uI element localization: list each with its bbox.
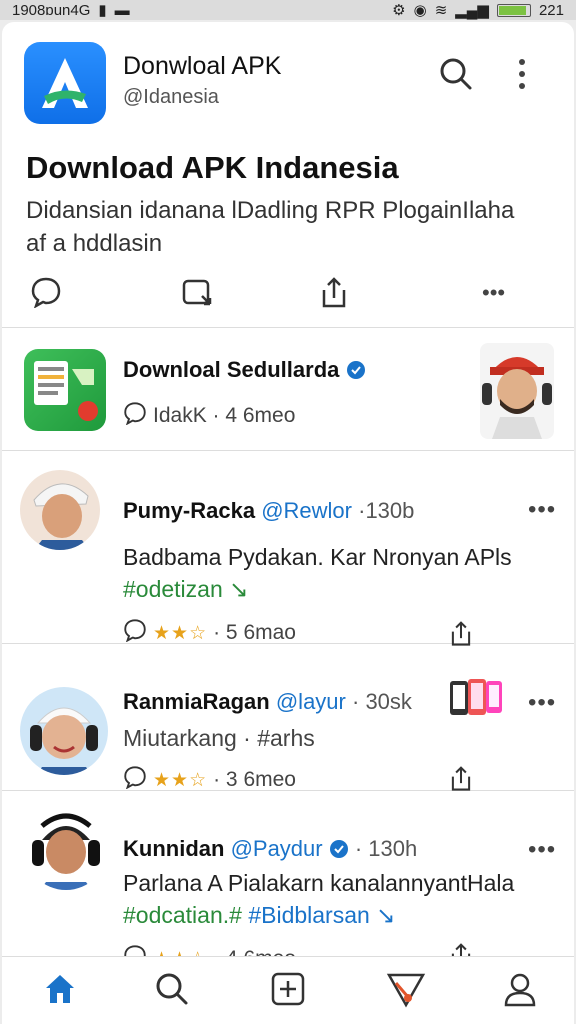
- send-icon[interactable]: [386, 971, 426, 1014]
- avatar[interactable]: [20, 470, 100, 550]
- comment-icon[interactable]: [123, 401, 147, 431]
- post-hashtag[interactable]: #odcatian.#: [123, 902, 242, 928]
- comment-icon[interactable]: [123, 765, 147, 795]
- list-item[interactable]: Downloal Sedullarda IdakK · 4 6meo: [2, 329, 574, 451]
- more-options-button[interactable]: •••: [528, 836, 556, 864]
- author-name: Kunnidan: [123, 836, 225, 861]
- app-logo: [24, 42, 106, 124]
- share-icon[interactable]: [318, 276, 350, 315]
- more-options-button[interactable]: •••: [528, 496, 556, 524]
- post-thumbnail[interactable]: [448, 677, 504, 721]
- page-title: Download APK Indanesia: [26, 150, 399, 185]
- post-author: Pumy-Racka @Rewlor ·130b: [123, 498, 414, 524]
- alarm-icon: ◉: [413, 2, 427, 19]
- avatar[interactable]: [24, 806, 108, 890]
- comment-icon[interactable]: [123, 618, 147, 648]
- notification-icon: ▮: [98, 2, 107, 19]
- search-icon[interactable]: [154, 971, 190, 1012]
- status-left-text: 1908ɒun4G: [12, 1, 91, 19]
- author-handle[interactable]: @Rewlor: [261, 498, 352, 523]
- plus-icon[interactable]: [270, 971, 306, 1012]
- post-meta: ★★☆ · 5 6mao: [123, 618, 296, 648]
- description-line-2: af a hddlasin: [26, 230, 163, 257]
- profile-header: Donwloal APK @Idanesia Download APK Inda…: [2, 22, 574, 328]
- header-actions: •••: [28, 276, 548, 310]
- list-item[interactable]: Pumy-Racka @Rewlor ·130b ••• Badbama Pyd…: [2, 452, 574, 646]
- comment-icon[interactable]: [30, 276, 62, 313]
- post-hashtag[interactable]: #odetizan ↘: [123, 576, 248, 603]
- star-rating: ★★☆: [153, 769, 208, 791]
- list-item[interactable]: Kunnidan @Paydur · 130h ••• Parlana A Pi…: [2, 792, 574, 970]
- app-window: Donwloal APK @Idanesia Download APK Inda…: [2, 22, 574, 1024]
- meta-text: IdakK · 4 6meo: [153, 404, 296, 427]
- status-time: 221: [538, 1, 564, 19]
- more-vert-icon[interactable]: [512, 56, 532, 97]
- author-handle[interactable]: @Paydur: [231, 836, 323, 861]
- post-time: · 30sk: [352, 689, 412, 714]
- post-text: Miutarkang · #arhs: [123, 725, 315, 751]
- avatar[interactable]: [480, 343, 554, 439]
- post-meta: ★★☆ · 3 6meo: [123, 765, 296, 795]
- meta-text: · 3 6meo: [213, 768, 296, 791]
- screen-icon: ▬: [114, 1, 130, 19]
- verified-icon: [346, 360, 366, 380]
- post-author: RanmiaRagan @layur · 30sk: [123, 689, 412, 715]
- page-description: Didansian idanana lDadling RPR PlogainIl…: [26, 194, 546, 260]
- author-handle[interactable]: @layur: [276, 689, 346, 714]
- post-text: Badbama Pydakan. Kar Nronyan APls: [123, 544, 512, 570]
- more-options-button[interactable]: •••: [482, 280, 505, 306]
- app-handle: @Idanesia: [123, 86, 219, 108]
- star-rating: ★★☆: [153, 622, 208, 644]
- battery-icon: [496, 3, 531, 17]
- post-hashtag[interactable]: #Bidblarsan ↘: [248, 902, 395, 928]
- author-name: Downloal Sedullarda: [123, 357, 340, 382]
- author-name: Pumy-Racka: [123, 498, 256, 523]
- description-line-1: Didansian idanana lDadling RPR PlogainIl…: [26, 197, 515, 224]
- repost-icon[interactable]: [180, 276, 216, 313]
- meta-text: · 5 6mao: [213, 621, 296, 644]
- app-name: Donwloal APK: [123, 52, 282, 80]
- wifi-icon: ≋: [434, 2, 448, 19]
- settings-icon: ⚙: [392, 2, 406, 19]
- home-icon[interactable]: [42, 971, 78, 1012]
- app-thumbnail: [24, 349, 106, 431]
- post-hashtags: #odcatian.# #Bidblarsan ↘: [123, 902, 395, 929]
- verified-icon: [329, 839, 349, 859]
- profile-icon[interactable]: [502, 971, 538, 1012]
- list-item[interactable]: RanmiaRagan @layur · 30sk ••• Miutarkang…: [2, 645, 574, 791]
- avatar[interactable]: [20, 687, 108, 775]
- post-meta: IdakK · 4 6meo: [123, 401, 295, 431]
- author-name: RanmiaRagan: [123, 689, 270, 714]
- post-time: · 130h: [354, 836, 418, 861]
- status-bar: 1908ɒun4G ▮ ▬ ⚙ ◉ ≋ ▂▄▆ 221: [0, 0, 576, 20]
- post-text: Parlana A Pialakarn kanalannyantHala: [123, 870, 515, 896]
- signal-icon: ▂▄▆: [455, 2, 489, 19]
- search-icon[interactable]: [438, 56, 474, 97]
- bottom-navigation: [2, 956, 574, 1024]
- post-author: Downloal Sedullarda: [123, 357, 366, 383]
- post-author: Kunnidan @Paydur · 130h: [123, 836, 417, 862]
- more-options-button[interactable]: •••: [528, 689, 556, 717]
- post-time: ·130b: [358, 498, 415, 523]
